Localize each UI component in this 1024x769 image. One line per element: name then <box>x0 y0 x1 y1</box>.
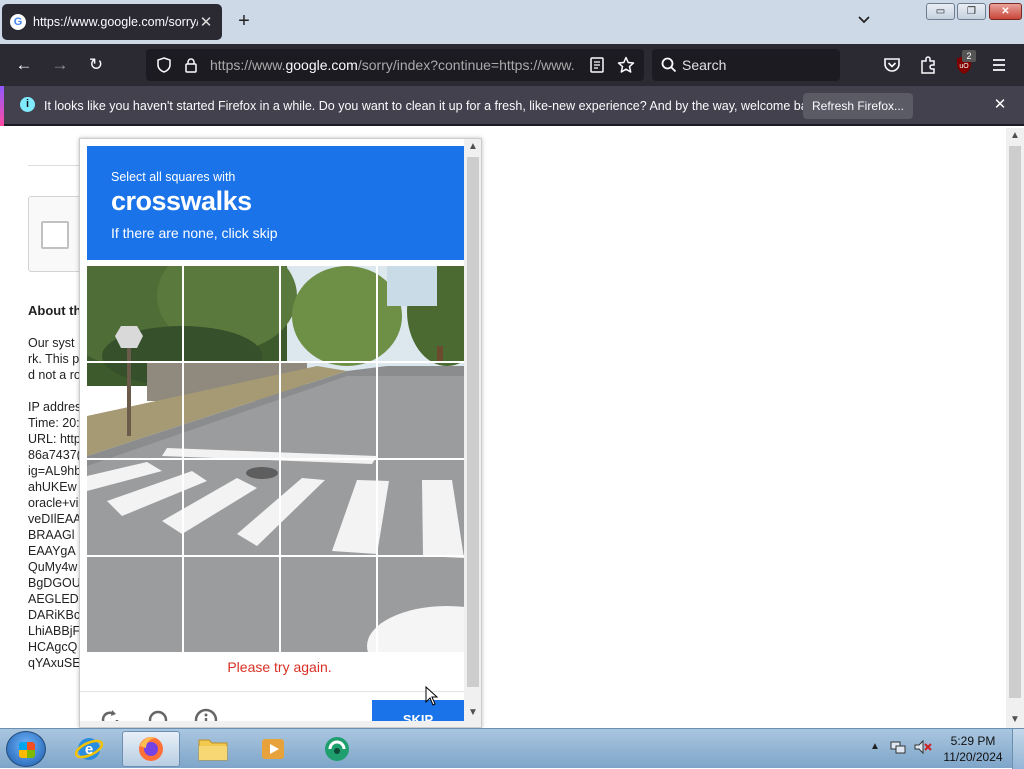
windows-taskbar: e ▲ 5:29 PM 11/20/2024 <box>0 728 1024 769</box>
window-maximize-button[interactable]: ❐ <box>957 3 986 20</box>
chevron-down-icon[interactable]: ▼ <box>1006 712 1024 728</box>
internet-explorer-icon: e <box>74 738 104 760</box>
window-close-button[interactable]: ✕ <box>989 3 1022 20</box>
lock-icon[interactable] <box>184 57 198 73</box>
search-bar[interactable]: Search <box>652 49 840 81</box>
captcha-instructions: Select all squares with crosswalks If th… <box>87 146 464 260</box>
page-scrollbar[interactable]: ▲ ▼ <box>1006 128 1024 728</box>
svg-text:uO: uO <box>959 63 969 70</box>
google-favicon-icon: G <box>10 14 26 30</box>
tab-close-icon[interactable]: ✕ <box>198 13 214 31</box>
pocket-icon[interactable] <box>883 56 901 74</box>
about-heading: About th <box>28 303 82 318</box>
reader-view-icon[interactable] <box>590 57 604 73</box>
volume-muted-icon[interactable] <box>914 739 932 755</box>
captcha-challenge: Select all squares with crosswalks If th… <box>79 138 482 728</box>
notification-close-icon[interactable]: ✕ <box>990 95 1010 115</box>
notification-bar: i It looks like you haven't started Fire… <box>0 86 1024 126</box>
search-placeholder: Search <box>682 57 727 73</box>
window-minimize-button[interactable]: ▭ <box>926 3 955 20</box>
system-clock[interactable]: 5:29 PM 11/20/2024 <box>940 733 1006 765</box>
show-desktop-button[interactable] <box>1012 729 1024 769</box>
url-bar[interactable]: https://www.google.com/sorry/index?conti… <box>146 49 644 81</box>
mouse-cursor-icon <box>425 686 439 706</box>
captcha-horizontal-scrollbar[interactable] <box>80 721 464 727</box>
captcha-scrollbar[interactable]: ▲ ▼ <box>464 139 481 727</box>
reload-button[interactable]: ↻ <box>84 53 108 77</box>
about-paragraph: Our syst rk. This p d not a ro <box>28 336 81 382</box>
media-player-icon <box>262 739 284 759</box>
extension-badge: 2 <box>962 50 976 62</box>
url-text[interactable]: https://www.google.com/sorry/index?conti… <box>210 49 580 81</box>
svg-text:e: e <box>85 741 93 758</box>
captcha-image-grid <box>87 266 464 652</box>
chevron-down-icon <box>858 16 870 24</box>
chevron-down-icon[interactable]: ▼ <box>464 705 481 721</box>
scrollbar-thumb[interactable] <box>1009 146 1021 698</box>
request-info-text: IP addres Time: 20: URL: http 86a7437( i… <box>28 400 82 670</box>
notification-message: It looks like you haven't started Firefo… <box>44 99 824 113</box>
new-tab-button[interactable]: + <box>232 10 256 34</box>
taskbar-firefox[interactable] <box>122 731 180 767</box>
chevron-up-icon[interactable]: ▲ <box>464 139 481 155</box>
start-button[interactable] <box>6 731 46 767</box>
tab-strip: G https://www.google.com/sorry/index?con… <box>0 0 1024 44</box>
scrollbar-thumb[interactable] <box>467 157 479 687</box>
green-app-icon <box>325 737 349 761</box>
folder-icon <box>198 739 228 761</box>
taskbar-green-app[interactable] <box>308 731 366 767</box>
captcha-instruction-suffix: If there are none, click skip <box>111 225 278 241</box>
tab-title: https://www.google.com/sorry/index?conti… <box>33 15 198 29</box>
refresh-firefox-button[interactable]: Refresh Firefox... <box>803 93 913 119</box>
bookmark-star-icon[interactable] <box>617 56 635 74</box>
search-icon <box>661 57 677 73</box>
info-icon: i <box>20 97 35 112</box>
browser-tab[interactable]: G https://www.google.com/sorry/index?con… <box>2 4 222 40</box>
navigation-toolbar: ← → ↻ https://www.google.com/sorry/index… <box>0 44 1024 86</box>
divider <box>80 691 481 692</box>
network-icon[interactable] <box>890 739 906 755</box>
chevron-up-icon[interactable]: ▲ <box>1006 128 1024 144</box>
captcha-instruction-prefix: Select all squares with <box>111 170 236 184</box>
tracking-protection-shield-icon[interactable] <box>156 57 172 73</box>
extensions-puzzle-icon[interactable] <box>919 55 937 75</box>
captcha-error-message: Please try again. <box>227 659 332 675</box>
menu-hamburger-icon[interactable] <box>991 57 1007 73</box>
firefox-icon <box>139 737 163 761</box>
street-scene-image <box>87 266 464 652</box>
show-hidden-icons-icon[interactable]: ▲ <box>870 741 880 752</box>
taskbar-internet-explorer[interactable]: e <box>60 731 118 767</box>
captcha-target-object: crosswalks <box>111 186 252 216</box>
taskbar-media-player[interactable] <box>244 731 302 767</box>
forward-button[interactable]: → <box>48 53 72 77</box>
recaptcha-checkbox[interactable] <box>41 221 69 249</box>
page-content: About th Our syst rk. This p d not a ro … <box>0 128 1024 728</box>
back-button[interactable]: ← <box>12 53 36 77</box>
taskbar-file-explorer[interactable] <box>184 731 242 767</box>
clock-date: 11/20/2024 <box>943 750 1003 764</box>
clock-time: 5:29 PM <box>950 734 996 748</box>
list-all-tabs-button[interactable] <box>852 12 876 32</box>
